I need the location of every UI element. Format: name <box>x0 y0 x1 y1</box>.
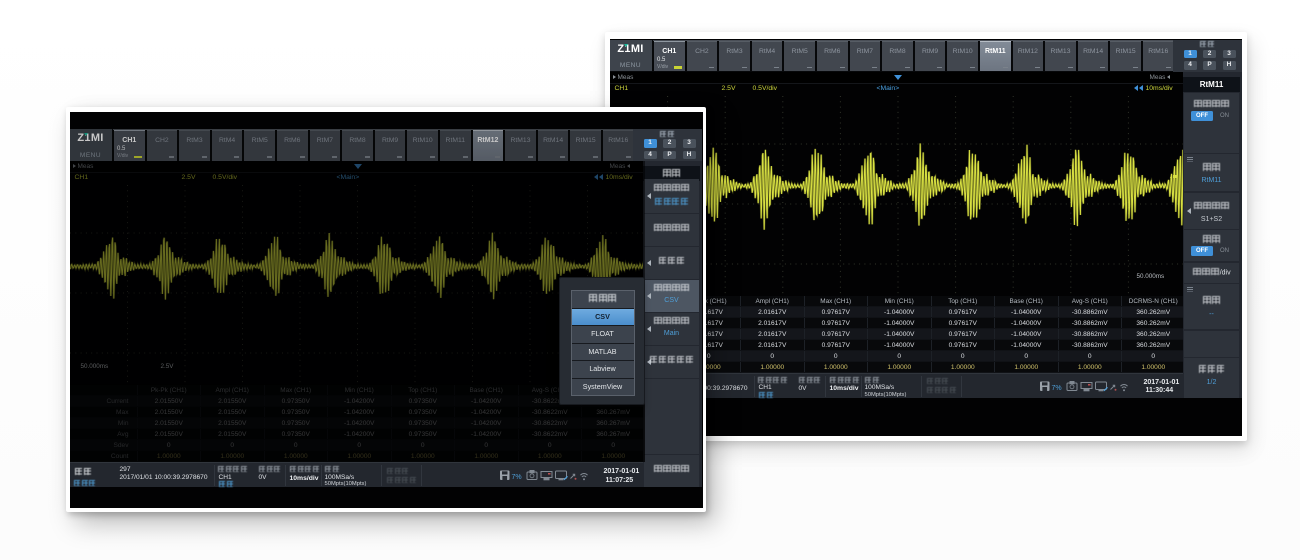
svg-text:7%: 7% <box>1051 385 1061 392</box>
svg-text:7%: 7% <box>511 474 521 481</box>
